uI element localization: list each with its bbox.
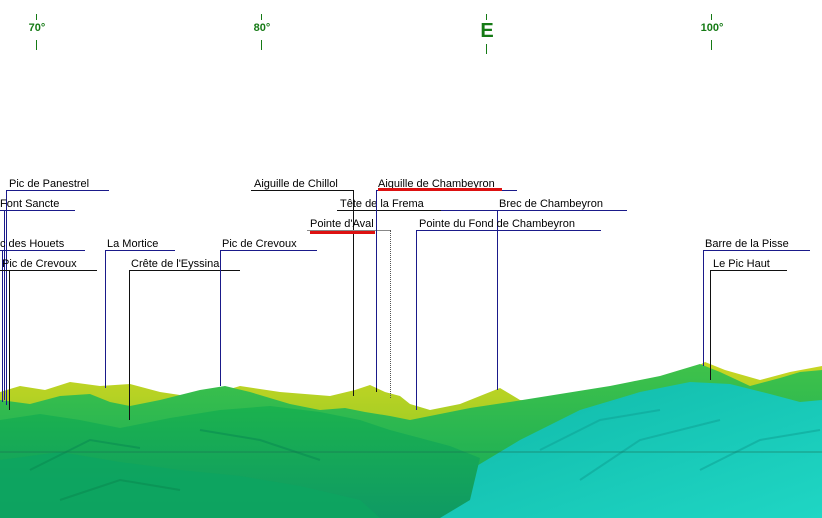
peak-label[interactable]: Pointe du Fond de Chambeyron <box>419 218 575 231</box>
compass-cardinal-label: E <box>480 20 494 42</box>
peak-highlight-marker <box>310 231 375 234</box>
peak-label[interactable]: Le Pic Haut <box>713 258 770 271</box>
peak-pointer-line <box>105 250 106 388</box>
peak-pointer-line <box>220 250 221 386</box>
compass-label: 100° <box>700 22 724 34</box>
peak-label[interactable]: Crête de l'Eyssina <box>131 258 219 271</box>
peak-pointer-line <box>497 210 498 390</box>
compass-tick-80: 80° <box>232 0 292 50</box>
peak-label[interactable]: Pointe d'Aval <box>310 218 374 231</box>
panorama-viewport[interactable]: 70° 80° E 100° Pic de Panestrel Font Sanc… <box>0 0 822 518</box>
peak-highlight-marker <box>378 188 502 191</box>
peak-pointer-line <box>710 270 711 380</box>
peak-label[interactable]: La Mortice <box>107 238 158 251</box>
peak-label[interactable]: Aiguille de Chillol <box>254 178 338 191</box>
peak-label[interactable]: Font Sancte <box>0 198 59 211</box>
terrain-render <box>0 362 822 518</box>
compass-tick-70: 70° <box>7 0 67 50</box>
peak-label[interactable]: Brec de Chambeyron <box>499 198 603 211</box>
compass-tick-100: 100° <box>682 0 742 50</box>
peak-pointer-line <box>390 230 391 398</box>
peak-pointer-line <box>703 250 704 366</box>
peak-label[interactable]: c des Houets <box>0 238 64 251</box>
peak-pointer-line <box>376 190 377 388</box>
peak-pointer-line <box>2 250 3 402</box>
peak-pointer-line <box>9 270 10 410</box>
peak-label[interactable]: Tête de la Frema <box>340 198 424 211</box>
peak-pointer-line <box>129 270 130 420</box>
peak-label[interactable]: Pic de Crevoux <box>222 238 297 251</box>
compass-label: 80° <box>253 22 271 34</box>
peak-pointer-line <box>416 230 417 410</box>
compass-tick-east: E <box>457 0 517 54</box>
peak-pointer-line <box>6 190 7 405</box>
peak-label[interactable]: Pic de Panestrel <box>9 178 89 191</box>
peak-label[interactable]: Pic de Crevoux <box>2 258 77 271</box>
peak-label[interactable]: Barre de la Pisse <box>705 238 789 251</box>
compass-label: 70° <box>28 22 46 34</box>
